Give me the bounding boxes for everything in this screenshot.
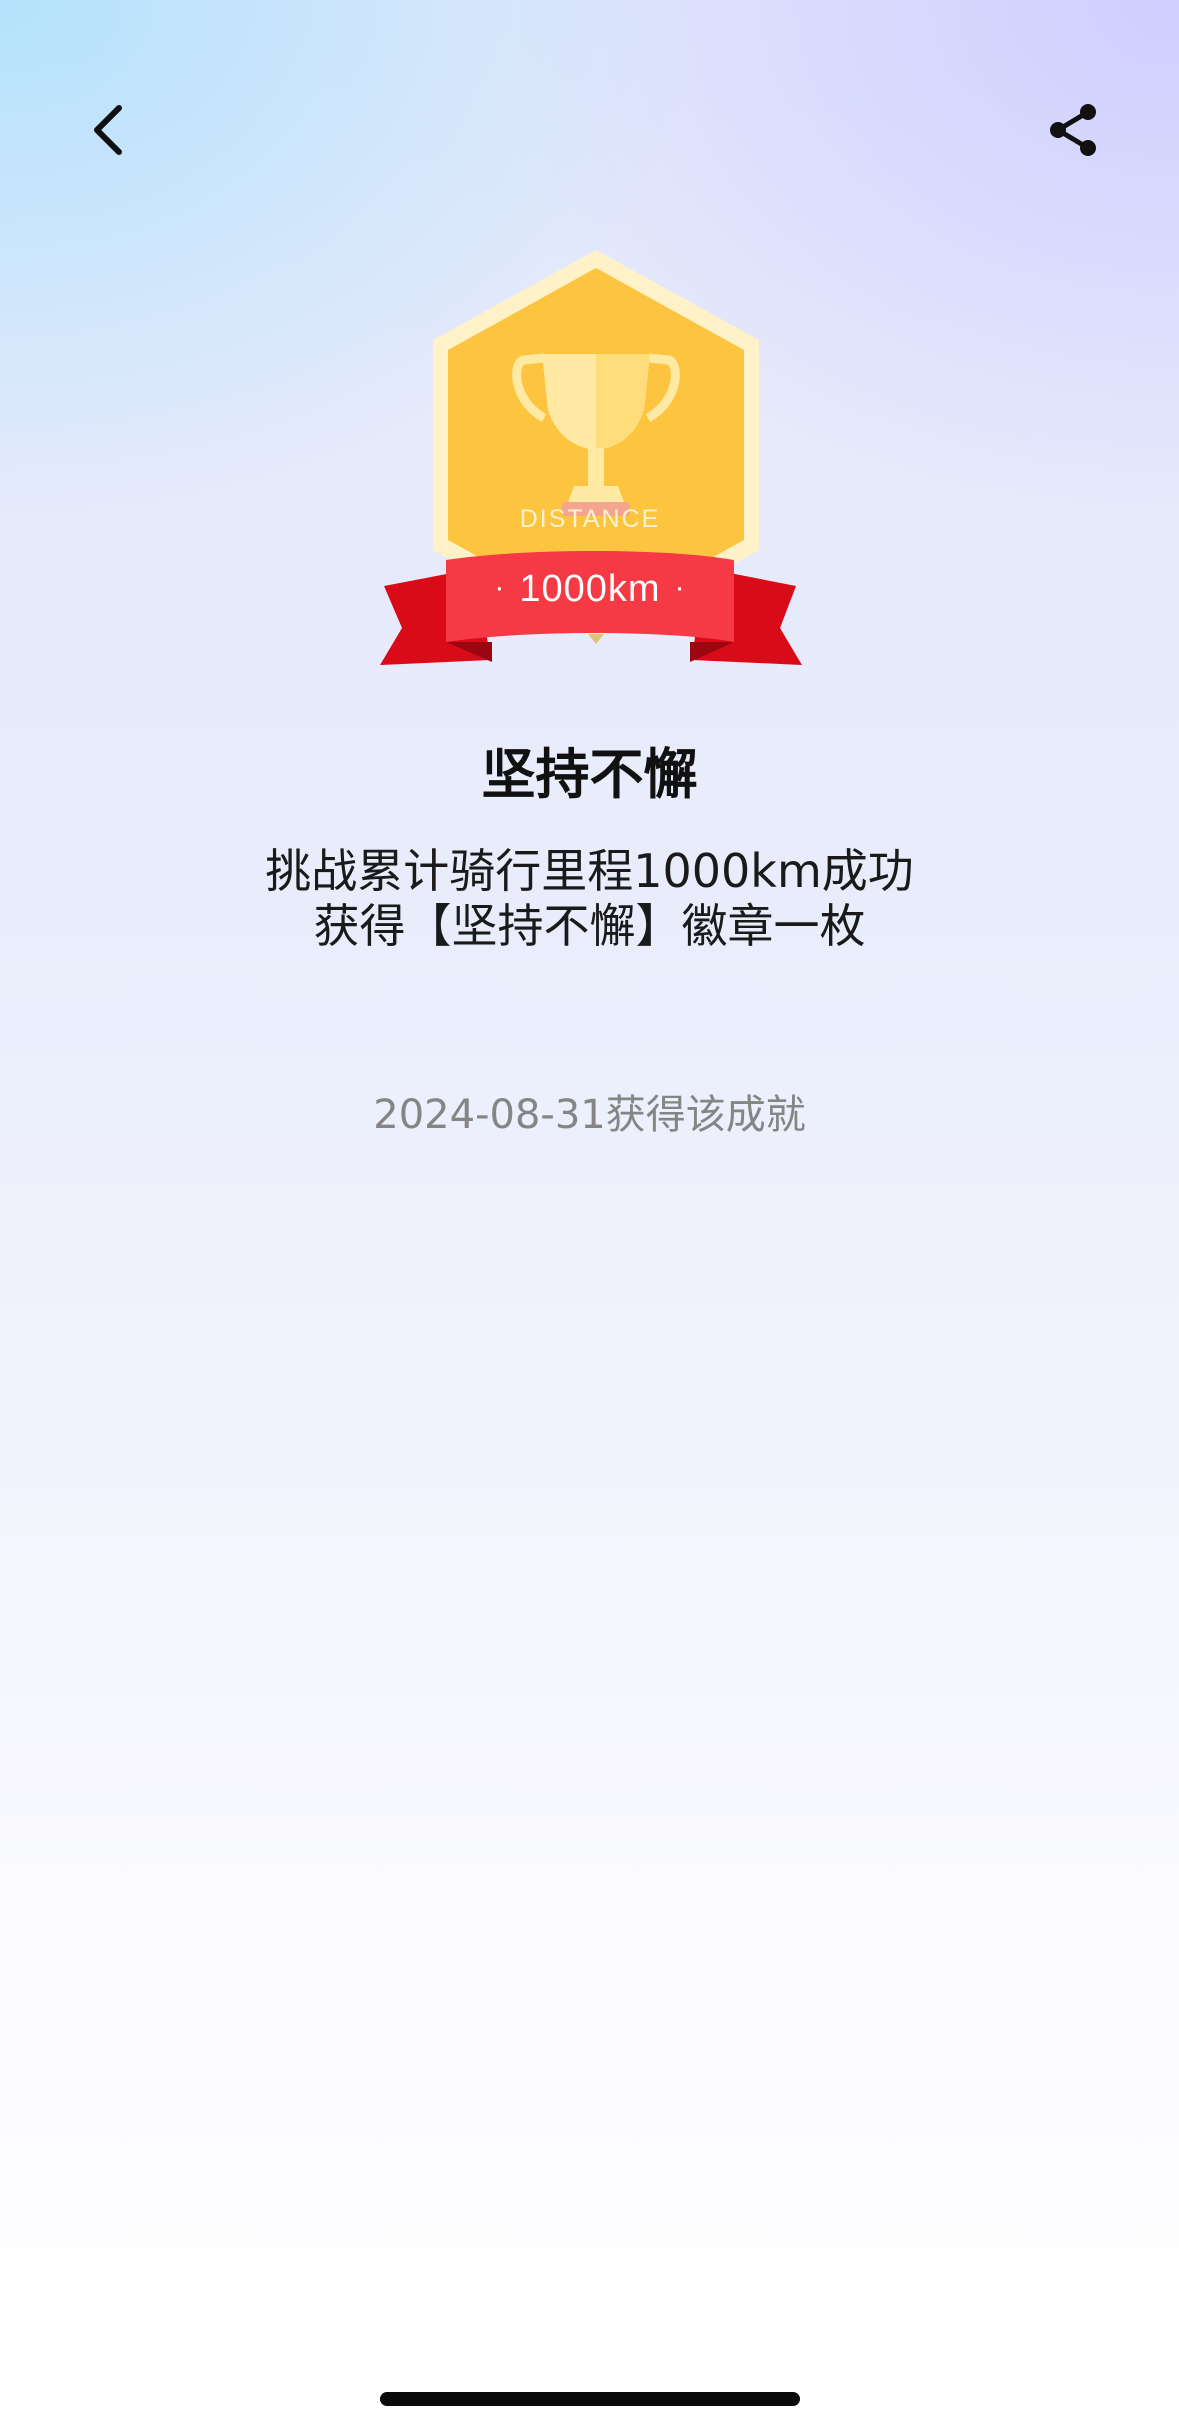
- badge-value-label: · 1000km ·: [374, 568, 806, 611]
- chevron-left-icon: [94, 105, 122, 155]
- home-indicator[interactable]: [380, 2392, 800, 2406]
- back-button[interactable]: [58, 80, 158, 180]
- badge-dot-left: ·: [494, 571, 506, 604]
- share-button[interactable]: [1024, 80, 1124, 180]
- achievement-description-line2: 获得【坚持不懈】徽章一枚: [313, 899, 866, 953]
- badge-dot-right: ·: [674, 571, 686, 604]
- achievement-title: 坚持不懈: [481, 743, 698, 806]
- share-icon: [1050, 104, 1096, 156]
- badge-category-label: DISTANCE: [519, 505, 661, 533]
- achievement-badge: DISTANCE · 1000km ·: [374, 250, 806, 670]
- badge-value-text: 1000km: [519, 568, 661, 610]
- earned-date: 2024-08-31获得该成就: [373, 1092, 806, 1138]
